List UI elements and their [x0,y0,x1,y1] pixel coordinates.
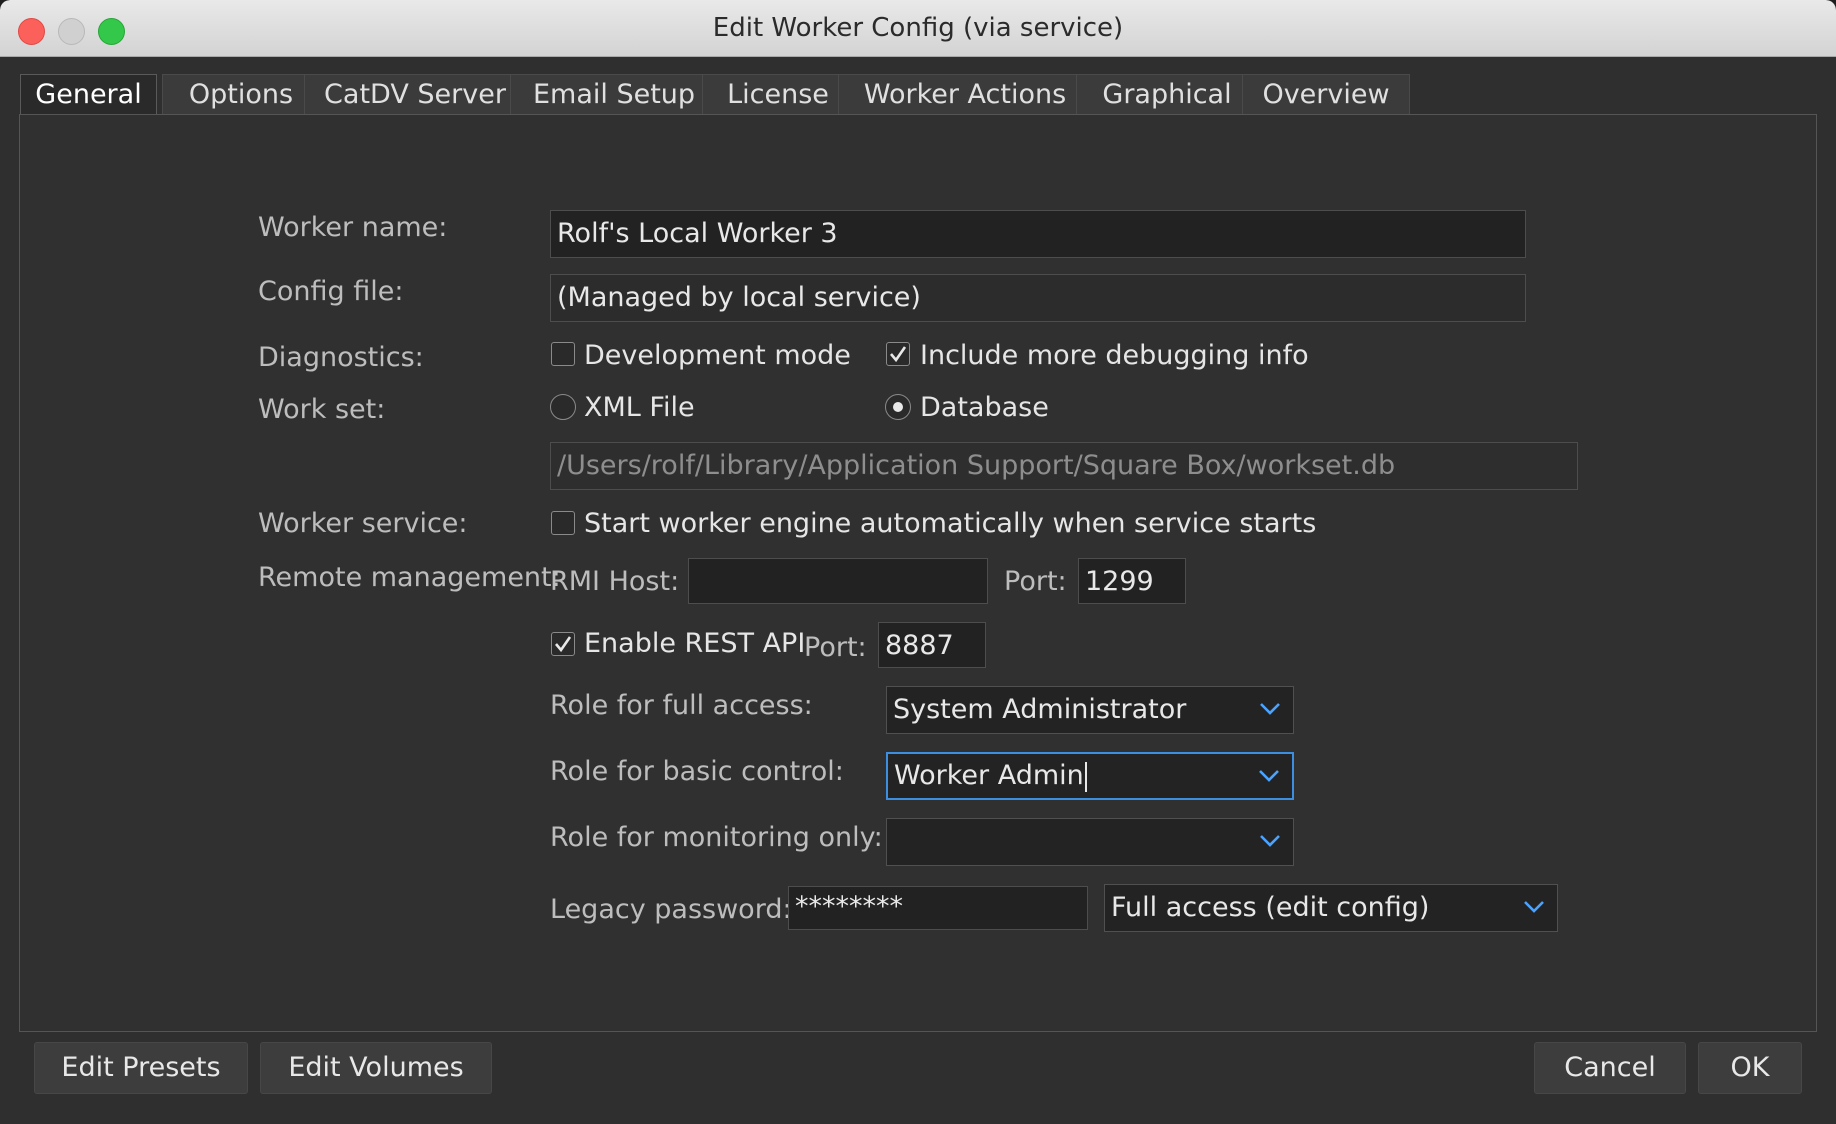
rmi-port-field[interactable]: 1299 [1078,558,1186,604]
text-cursor [1084,761,1087,792]
role-basic-control-dropdown[interactable]: Worker Admin [886,752,1294,800]
role-full-access-value: System Administrator [893,694,1187,725]
tab-options[interactable]: Options [162,74,320,114]
role-basic-control-value[interactable]: Worker Admin [894,760,1084,791]
edit-presets-button[interactable]: Edit Presets [34,1042,248,1094]
config-file-label: Config file: [258,276,404,307]
tab-license[interactable]: License [702,74,854,114]
tab-worker-actions[interactable]: Worker Actions [838,74,1092,114]
legacy-access-dropdown[interactable]: Full access (edit config) [1104,884,1558,932]
rest-api-checkbox[interactable] [551,632,575,656]
tab-graphical[interactable]: Graphical [1076,74,1258,114]
work-set-label: Work set: [258,394,386,425]
edit-volumes-button[interactable]: Edit Volumes [260,1042,492,1094]
more-debugging-checkbox[interactable] [886,342,910,366]
legacy-access-value: Full access (edit config) [1111,892,1430,923]
more-debugging-label[interactable]: Include more debugging info [920,340,1309,371]
role-full-access-dropdown[interactable]: System Administrator [886,686,1294,734]
rest-api-label[interactable]: Enable REST API [584,628,805,659]
chevron-down-icon [1259,770,1279,782]
config-file-field[interactable]: (Managed by local service) [550,274,1526,322]
role-basic-control-label: Role for basic control: [550,756,844,787]
worker-service-label: Worker service: [258,508,468,539]
checkmark-icon [555,636,572,653]
tab-overview[interactable]: Overview [1242,74,1410,114]
tab-general[interactable]: General [20,74,157,116]
legacy-password-label: Legacy password: [550,894,792,925]
rmi-host-label: RMI Host: [550,566,680,597]
development-mode-checkbox[interactable] [551,342,575,366]
rmi-host-field[interactable] [688,558,988,604]
tab-catdv-server[interactable]: CatDV Server [304,74,526,114]
worker-name-field[interactable]: Rolf's Local Worker 3 [550,210,1526,258]
checkmark-icon [890,346,907,363]
window-title: Edit Worker Config (via service) [712,13,1124,43]
role-monitoring-dropdown[interactable] [886,818,1294,866]
cancel-button[interactable]: Cancel [1534,1042,1686,1094]
auto-start-label[interactable]: Start worker engine automatically when s… [584,508,1316,539]
auto-start-checkbox[interactable] [551,511,575,535]
ok-button[interactable]: OK [1698,1042,1802,1094]
rmi-port-label: Port: [1004,566,1067,597]
chevron-down-icon [1260,835,1280,847]
rest-port-field[interactable]: 8887 [878,622,986,668]
title-bar[interactable]: Edit Worker Config (via service) [0,0,1836,57]
remote-management-label: Remote management: [258,562,561,593]
development-mode-label[interactable]: Development mode [584,340,851,371]
tab-email-setup[interactable]: Email Setup [510,74,718,114]
worker-name-label: Worker name: [258,212,448,243]
legacy-password-field[interactable]: ******** [788,886,1088,930]
diagnostics-label: Diagnostics: [258,342,424,373]
database-label[interactable]: Database [920,392,1049,423]
chevron-down-icon [1260,703,1280,715]
role-monitoring-label: Role for monitoring only: [550,822,883,853]
radio-selected-dot [893,402,903,412]
workset-path-field[interactable]: /Users/rolf/Library/Application Support/… [550,442,1578,490]
rest-port-label: Port: [804,632,867,663]
xml-file-label[interactable]: XML File [584,392,695,423]
chevron-down-icon [1524,901,1544,913]
xml-file-radio[interactable] [550,394,576,420]
database-radio[interactable] [885,394,911,420]
edit-worker-config-window: Edit Worker Config (via service) General… [0,0,1836,1124]
role-full-access-label: Role for full access: [550,690,813,721]
